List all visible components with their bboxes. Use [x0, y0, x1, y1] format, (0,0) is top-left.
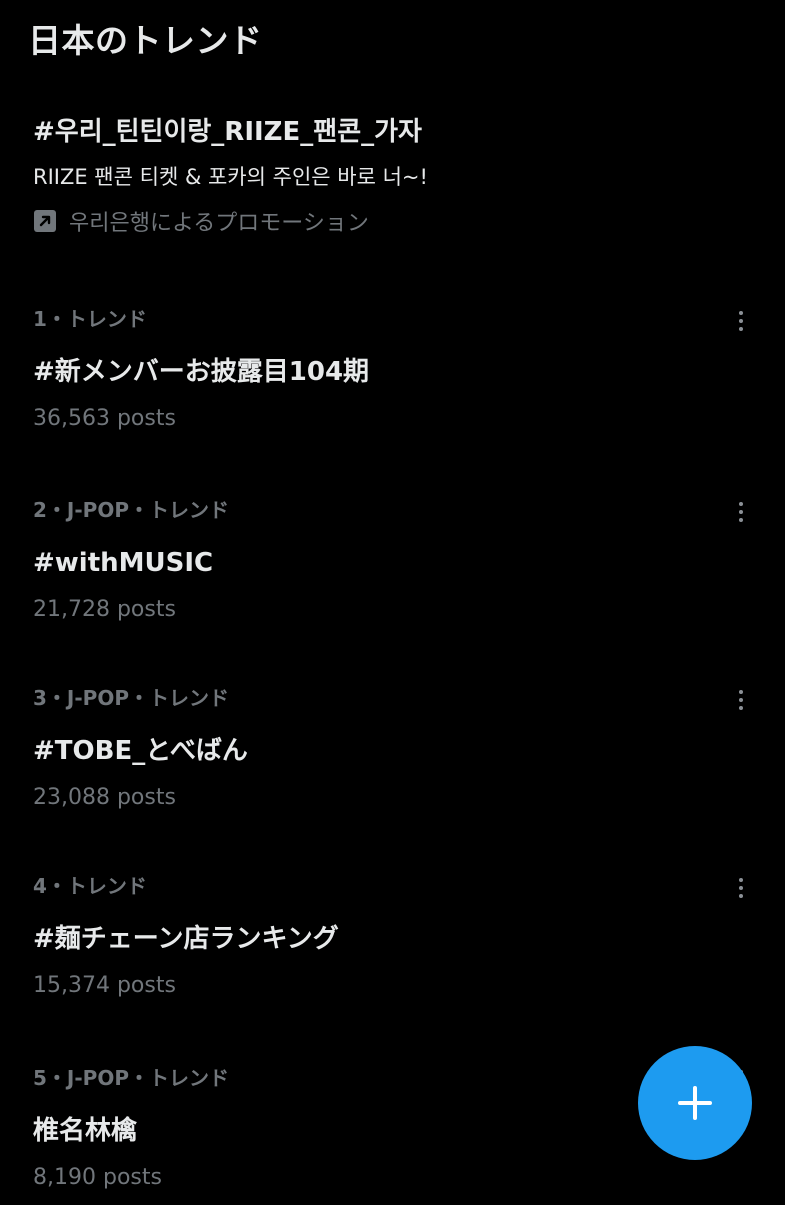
trend-item[interactable]: 3・J-POP・トレンド #TOBE_とべばん 23,088 posts [33, 685, 763, 825]
trend-meta: 4・トレンド [33, 874, 147, 898]
trend-post-count: 23,088 posts [33, 785, 176, 810]
trend-meta: 3・J-POP・トレンド [33, 686, 229, 710]
trend-post-count: 15,374 posts [33, 973, 176, 998]
trend-item[interactable]: 4・トレンド #麺チェーン店ランキング 15,374 posts [33, 873, 763, 1013]
promoted-by: 우리은행によるプロモーション [33, 204, 713, 238]
trend-post-count: 36,563 posts [33, 406, 176, 431]
plus-icon [678, 1086, 712, 1120]
trend-meta: 1・トレンド [33, 307, 147, 331]
trend-item[interactable]: 2・J-POP・トレンド #withMUSIC 21,728 posts [33, 497, 763, 637]
promoted-trend-description: RIIZE 팬콘 티켓 & 포카의 주인은 바로 너~! [33, 165, 428, 189]
more-options-icon[interactable] [731, 306, 751, 336]
more-options-icon[interactable] [731, 497, 751, 527]
trend-post-count: 21,728 posts [33, 597, 176, 622]
page-title: 日本のトレンド [28, 21, 263, 60]
promoted-arrow-icon [33, 209, 57, 233]
promoted-trend-title[interactable]: #우리_틴틴이랑_RIIZE_팬콘_가자 [33, 112, 713, 152]
trend-name[interactable]: #新メンバーお披露目104期 [33, 354, 763, 390]
trend-post-count: 8,190 posts [33, 1165, 162, 1190]
trend-name[interactable]: #麺チェーン店ランキング [33, 921, 763, 957]
trend-meta: 2・J-POP・トレンド [33, 498, 229, 522]
more-options-icon[interactable] [731, 685, 751, 715]
compose-post-button[interactable] [638, 1046, 752, 1160]
trend-name[interactable]: #TOBE_とべばん [33, 733, 763, 769]
more-options-icon[interactable] [731, 873, 751, 903]
trend-item[interactable]: 1・トレンド #新メンバーお披露目104期 36,563 posts [33, 306, 763, 446]
promoted-trend[interactable]: #우리_틴틴이랑_RIIZE_팬콘_가자 RIIZE 팬콘 티켓 & 포카의 주… [33, 112, 713, 238]
promoted-by-label: 우리은행によるプロモーション [69, 211, 369, 236]
trend-name[interactable]: #withMUSIC [33, 545, 763, 581]
